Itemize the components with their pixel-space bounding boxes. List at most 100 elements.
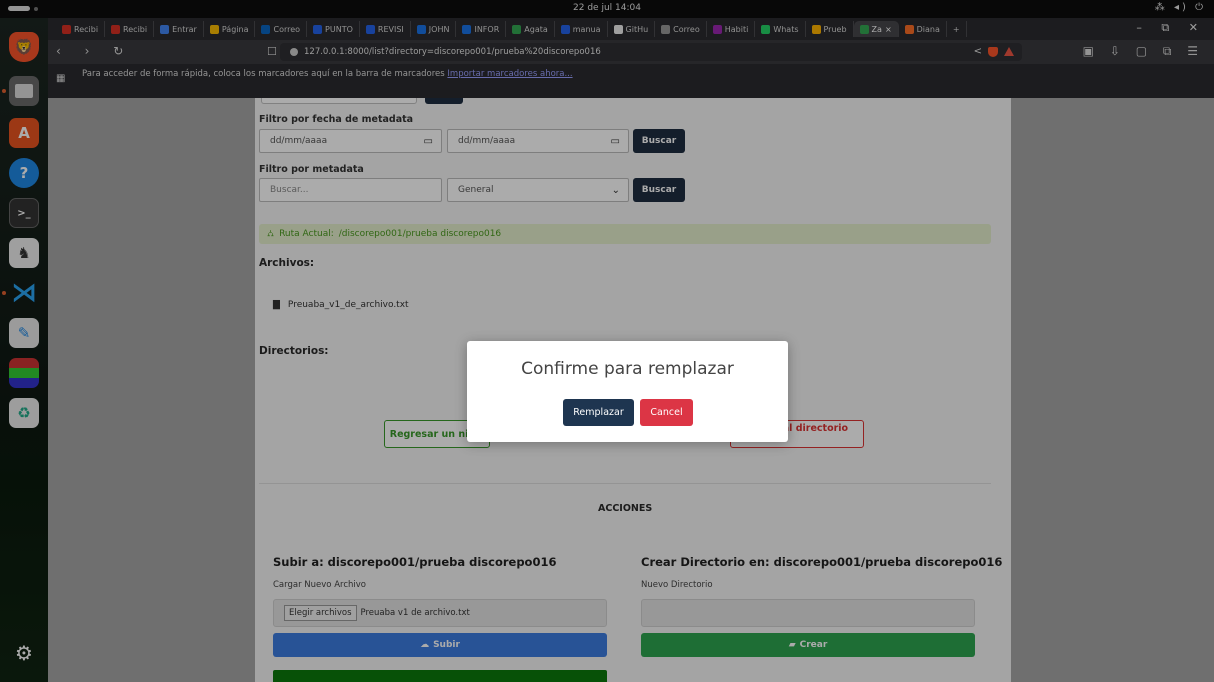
confirm-replace-button[interactable]: Remplazar	[563, 399, 634, 426]
tab-favicon-icon	[613, 24, 623, 34]
meta-search-placeholder: Buscar...	[270, 185, 309, 195]
nav-toolbar: ‹ › ↻ ☐ 127.0.0.1:8000/list?directory=di…	[48, 40, 1214, 64]
browser-tab[interactable]: REVISI	[360, 21, 411, 37]
cancel-button[interactable]: Cancel	[640, 399, 693, 426]
date-to-input[interactable]: dd/mm/aaaa ▭	[447, 129, 629, 153]
browser-tab[interactable]: INFOR	[456, 21, 507, 37]
apps-grid-icon[interactable]: ▦	[56, 73, 65, 84]
tab-label: Correo	[273, 24, 301, 34]
browser-tab[interactable]: Correo	[255, 21, 308, 37]
tab-label: Página	[221, 24, 249, 34]
new-directory-input[interactable]	[641, 599, 975, 627]
share-icon[interactable]: <	[974, 46, 982, 57]
dock: 🦁 A ? >_ ♞ ⋊ ✎ ♻ ⚙	[0, 18, 48, 682]
tab-favicon-icon	[62, 24, 71, 34]
date-to-value: dd/mm/aaaa	[458, 136, 516, 146]
tab-label: PUNTO	[325, 24, 353, 34]
date-search-button[interactable]: Buscar	[633, 129, 685, 153]
date-filter-label: Filtro por fecha de metadata	[259, 114, 414, 125]
bookmarks-message: Para acceder de forma rápida, coloca los…	[82, 69, 445, 79]
chosen-file-name: Preuaba v1 de archivo.txt	[360, 608, 470, 618]
site-info-icon[interactable]	[290, 48, 298, 56]
file-item[interactable]: ▇ Preuaba_v1_de_archivo.txt	[273, 300, 409, 310]
meta-search-input[interactable]: Buscar...	[259, 178, 442, 202]
show-apps-icon[interactable]: ⚙	[9, 638, 39, 668]
files-icon[interactable]	[9, 76, 39, 106]
browser-tab[interactable]: GitHu	[608, 21, 656, 37]
rewards-icon[interactable]	[1004, 47, 1014, 56]
browser-tab[interactable]: Correo	[655, 21, 707, 37]
app-center-icon[interactable]: A	[9, 118, 39, 148]
terminal-icon[interactable]: >_	[9, 198, 39, 228]
route-label: Ruta Actual:	[279, 229, 334, 239]
browser-tab[interactable]: Entrar	[154, 21, 204, 37]
tab-favicon-icon	[365, 24, 375, 34]
nav-buttons[interactable]: ‹ › ↻	[56, 44, 133, 58]
browser-tab[interactable]: Za ×	[853, 21, 899, 37]
tab-strip: Recibi Recibi Entrar Página Correo PUNTO REVIS…	[48, 18, 1214, 40]
text-editor-icon[interactable]: ✎	[9, 318, 39, 348]
file-chooser[interactable]: Elegir archivos Preuaba v1 de archivo.tx…	[273, 599, 607, 627]
tab-label: REVISI	[377, 24, 404, 34]
new-tab-button[interactable]: +	[947, 21, 967, 37]
toolbar-icons[interactable]: ▣ ⇩ ▢ ⧉ ☰	[1083, 44, 1204, 59]
browser-tab[interactable]: PUNTO	[307, 21, 360, 37]
upload-button[interactable]: ☁ Subir	[273, 633, 607, 657]
route-path: /discorepo001/prueba discorepo016	[338, 229, 502, 239]
trash-icon[interactable]: ♻	[9, 398, 39, 428]
brave-shield-icon[interactable]	[988, 46, 998, 57]
meta-search-button[interactable]: Buscar	[633, 178, 685, 202]
help-icon[interactable]: ?	[9, 158, 39, 188]
tab-favicon-icon	[313, 24, 323, 34]
browser-tab[interactable]: Recibi	[105, 21, 155, 37]
running-indicator	[2, 89, 6, 93]
address-bar[interactable]: 127.0.0.1:8000/list?directory=discorepo0…	[280, 43, 1022, 61]
create-directory-button[interactable]: ▰ Crear	[641, 633, 975, 657]
directories-heading: Directorios:	[259, 345, 329, 357]
file-name[interactable]: Preuaba_v1_de_archivo.txt	[288, 300, 409, 310]
browser-tab[interactable]: JOHN	[411, 21, 457, 37]
tab-favicon-icon	[904, 24, 914, 34]
tab-favicon-icon	[462, 24, 472, 34]
system-tray[interactable]: ⁂ ◂) ⏻	[1155, 2, 1206, 13]
browser-tab[interactable]: Página	[204, 21, 256, 37]
current-route-bar: ⛼ Ruta Actual: /discorepo001/prueba disc…	[259, 224, 991, 244]
browser-tab[interactable]: manua	[555, 21, 608, 37]
tab-favicon-icon	[261, 24, 271, 34]
date-from-input[interactable]: dd/mm/aaaa ▭	[259, 129, 442, 153]
partial-input-top[interactable]	[261, 98, 417, 104]
meta-select-value: General	[458, 185, 494, 195]
tab-label: Whats	[773, 24, 799, 34]
browser-tab[interactable]: Diana	[899, 21, 947, 37]
import-bookmarks-link[interactable]: Importar marcadores ahora...	[447, 69, 572, 79]
meta-type-select[interactable]: General ⌄	[447, 178, 629, 202]
browser-tab[interactable]: Agata	[506, 21, 555, 37]
tab-label: Agata	[524, 24, 548, 34]
browser-chrome: Recibi Recibi Entrar Página Correo PUNTO REVIS…	[48, 18, 1214, 98]
vscode-icon[interactable]: ⋊	[9, 278, 39, 308]
close-tab-icon[interactable]: ×	[885, 25, 892, 34]
tab-label: Habiti	[724, 24, 749, 34]
chevron-down-icon: ⌄	[611, 185, 620, 196]
brave-icon[interactable]: 🦁	[9, 32, 39, 62]
tab-favicon-icon	[661, 24, 671, 34]
browser-tab[interactable]: Recibi	[56, 21, 106, 37]
file-icon: ▇	[273, 300, 280, 310]
clock[interactable]: 22 de jul 14:04	[0, 3, 1214, 13]
window-controls[interactable]: – ⧉ ✕	[1136, 21, 1206, 35]
system-top-bar: 22 de jul 14:04 ⁂ ◂) ⏻	[0, 0, 1214, 18]
archive-manager-icon[interactable]	[9, 358, 39, 388]
choose-files-button[interactable]: Elegir archivos	[284, 605, 357, 621]
calendar-icon[interactable]: ▭	[424, 136, 433, 147]
partial-button-top[interactable]	[425, 98, 463, 104]
tab-label: Recibi	[123, 24, 148, 34]
app-icon[interactable]: ♞	[9, 238, 39, 268]
browser-tab[interactable]: Prueb	[806, 21, 854, 37]
browser-tab[interactable]: Habiti	[707, 21, 756, 37]
calendar-icon[interactable]: ▭	[611, 136, 620, 147]
bookmark-icon[interactable]: ☐	[267, 45, 277, 58]
browser-tab[interactable]: Whats	[755, 21, 806, 37]
tab-favicon-icon	[512, 24, 522, 34]
tab-favicon-icon	[761, 24, 771, 34]
date-from-value: dd/mm/aaaa	[270, 136, 328, 146]
